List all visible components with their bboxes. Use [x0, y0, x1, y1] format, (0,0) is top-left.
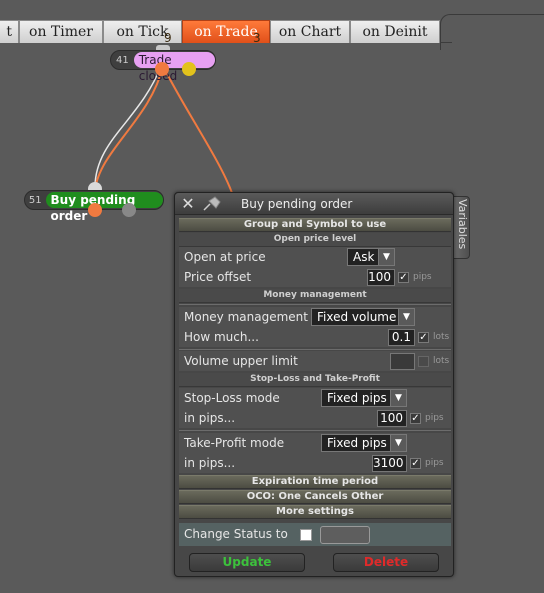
- chevron-down-icon: ▼: [390, 390, 406, 406]
- row-take-profit-pips: in pips... 3100 ✓ pips: [179, 453, 451, 473]
- field-label: in pips...: [184, 411, 236, 425]
- chevron-down-icon: ▼: [398, 309, 414, 325]
- row-take-profit-mode: Take-Profit mode Fixed pips ▼: [179, 433, 451, 453]
- field-label: Volume upper limit: [184, 354, 298, 368]
- row-volume-upper-limit: Volume upper limit lots: [179, 351, 451, 371]
- unit-label: pips: [425, 413, 444, 423]
- wire-trade-to-panel: [162, 65, 233, 194]
- row-stop-loss-pips: in pips... 100 ✓ pips: [179, 408, 451, 428]
- row-price-offset: Price offset 100 ✓ pips: [179, 267, 451, 287]
- unit-label: pips: [413, 272, 432, 282]
- divider: [179, 430, 451, 431]
- stop-loss-pips-checkbox[interactable]: ✓: [410, 413, 421, 424]
- select-value: Fixed volume: [317, 310, 397, 324]
- panel-title: Buy pending order: [241, 197, 353, 211]
- take-profit-mode-select[interactable]: Fixed pips ▼: [321, 434, 407, 452]
- update-button[interactable]: Update: [189, 553, 305, 572]
- change-status-row: Change Status to: [179, 523, 451, 546]
- block-number: 41: [116, 54, 129, 66]
- section-money-management: Money management: [179, 289, 451, 303]
- field-label: Stop-Loss mode: [184, 391, 280, 405]
- variables-tab[interactable]: Variables: [454, 196, 470, 259]
- change-status-checkbox[interactable]: [300, 529, 312, 541]
- section-stop-loss-take-profit: Stop-Loss and Take-Profit: [179, 373, 451, 387]
- section-group-symbol[interactable]: Group and Symbol to use: [179, 218, 451, 232]
- output-connector-orange[interactable]: [88, 203, 102, 217]
- divider: [179, 304, 451, 305]
- unit-label: lots: [433, 332, 450, 342]
- stop-loss-pips-input[interactable]: 100: [377, 410, 407, 427]
- take-profit-pips-input[interactable]: 3100: [372, 455, 407, 472]
- stop-loss-mode-select[interactable]: Fixed pips ▼: [321, 389, 407, 407]
- money-management-select[interactable]: Fixed volume ▼: [311, 308, 415, 326]
- output-connector-orange[interactable]: [155, 62, 169, 76]
- block-properties-panel: ✕ Buy pending order Group and Symbol to …: [174, 192, 454, 577]
- chevron-down-icon: ▼: [378, 249, 394, 265]
- divider: [179, 349, 451, 350]
- change-status-label: Change Status to: [184, 527, 288, 541]
- panel-header: ✕ Buy pending order: [175, 193, 453, 215]
- block-label: Buy pending order: [45, 192, 163, 223]
- select-value: Fixed pips: [327, 436, 387, 450]
- row-stop-loss-mode: Stop-Loss mode Fixed pips ▼: [179, 388, 451, 408]
- select-value: Fixed pips: [327, 391, 387, 405]
- block-label: Trade closed: [133, 52, 215, 83]
- delete-button[interactable]: Delete: [333, 553, 439, 572]
- wire-trade-to-buy-white: [94, 65, 162, 187]
- field-label: How much...: [184, 330, 259, 344]
- row-money-management: Money management Fixed volume ▼: [179, 307, 451, 327]
- select-value: Ask: [353, 250, 375, 264]
- status-value-field[interactable]: [320, 526, 370, 544]
- chevron-down-icon: ▼: [390, 435, 406, 451]
- pin-icon[interactable]: [200, 195, 222, 213]
- volume-upper-limit-checkbox[interactable]: [418, 356, 429, 367]
- field-label: Price offset: [184, 270, 252, 284]
- field-label: in pips...: [184, 456, 236, 470]
- row-how-much: How much... 0.1 ✓ lots: [179, 327, 451, 347]
- how-much-checkbox[interactable]: ✓: [418, 332, 429, 343]
- section-more-settings[interactable]: More settings: [179, 505, 451, 519]
- close-icon[interactable]: ✕: [180, 196, 196, 212]
- section-expiration[interactable]: Expiration time period: [179, 475, 451, 489]
- field-label: Money management: [184, 310, 308, 324]
- section-oco[interactable]: OCO: One Cancels Other: [179, 490, 451, 504]
- block-number: 51: [28, 194, 42, 206]
- price-offset-checkbox[interactable]: ✓: [398, 272, 409, 283]
- field-label: Take-Profit mode: [184, 436, 285, 450]
- field-label: Open at price: [184, 250, 266, 264]
- variables-tab-label: Variables: [456, 199, 469, 250]
- row-open-at-price: Open at price Ask ▼: [179, 247, 451, 267]
- output-connector-gray[interactable]: [122, 203, 136, 217]
- volume-upper-limit-input[interactable]: [390, 353, 415, 370]
- how-much-input[interactable]: 0.1: [388, 329, 415, 346]
- section-open-price-level: Open price level: [179, 233, 451, 247]
- price-offset-input[interactable]: 100: [367, 269, 395, 286]
- unit-label: lots: [433, 356, 450, 366]
- take-profit-pips-checkbox[interactable]: ✓: [410, 458, 421, 469]
- unit-label: pips: [425, 458, 444, 468]
- output-connector-yellow[interactable]: [182, 62, 196, 76]
- open-at-price-select[interactable]: Ask ▼: [347, 248, 395, 266]
